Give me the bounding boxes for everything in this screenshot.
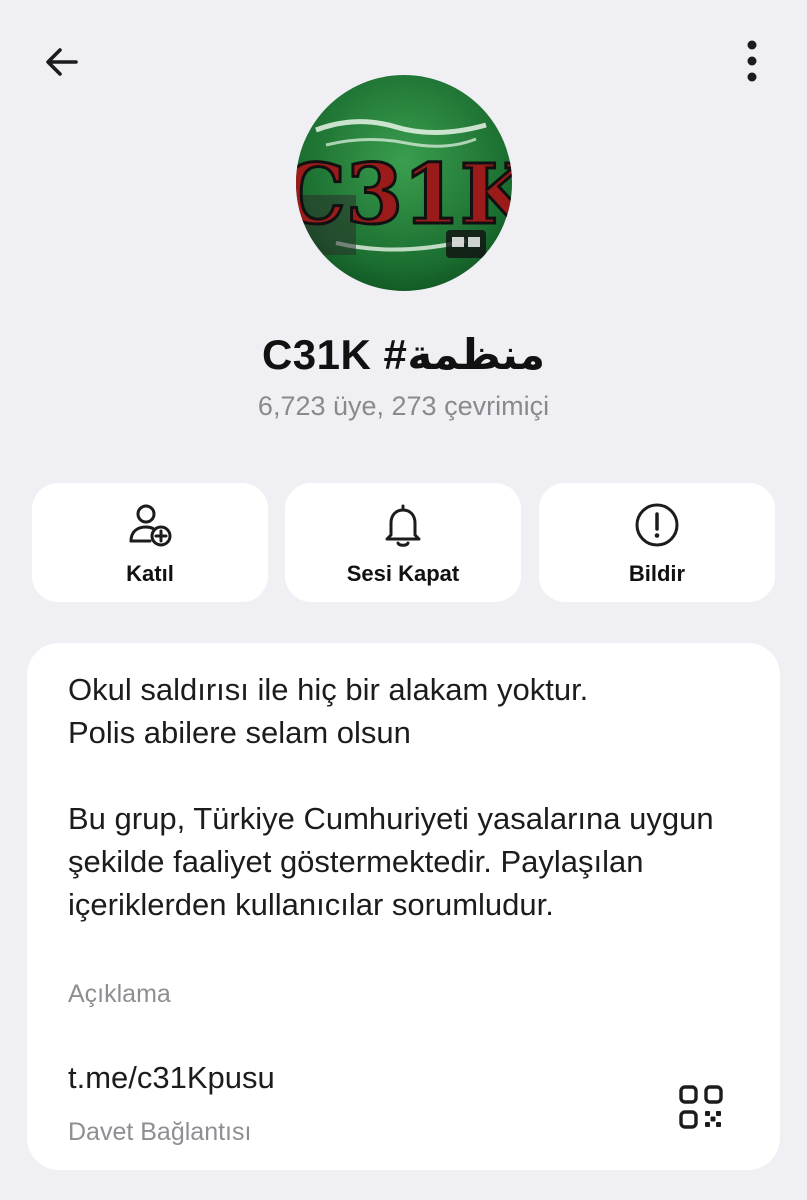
qr-code-button[interactable] — [673, 1079, 729, 1135]
mute-label: Sesi Kapat — [346, 561, 460, 586]
svg-text:C31K: C31K — [296, 147, 512, 243]
invite-link[interactable]: t.me/c31Kpusu — [68, 1060, 275, 1096]
qr-code-icon — [679, 1085, 723, 1129]
group-avatar[interactable]: C31K — [296, 75, 512, 291]
back-button[interactable] — [38, 38, 86, 86]
report-button[interactable]: Bildir — [539, 483, 775, 602]
mute-button[interactable]: Sesi Kapat — [285, 483, 521, 602]
user-add-icon — [129, 504, 172, 547]
group-title: C31K #منظمة — [261, 331, 546, 378]
alert-circle-icon — [635, 503, 679, 547]
more-vertical-icon — [747, 40, 757, 82]
arrow-left-icon — [46, 48, 78, 76]
invite-link-caption: Davet Bağlantısı — [68, 1118, 252, 1146]
more-options-button[interactable] — [728, 36, 776, 84]
report-label: Bildir — [628, 561, 686, 586]
group-description: Okul saldırısı ile hiç bir alakam yoktur… — [68, 672, 714, 922]
info-card: Okul saldırısı ile hiç bir alakam yoktur… — [27, 643, 780, 1170]
join-button[interactable]: Katıl — [32, 483, 268, 602]
description-caption: Açıklama — [68, 980, 171, 1008]
join-label: Katıl — [126, 561, 174, 586]
member-count: 6,723 üye, 273 çevrimiçi — [257, 391, 550, 421]
flag-logo-image: C31K — [296, 75, 512, 291]
bell-icon — [385, 504, 421, 547]
